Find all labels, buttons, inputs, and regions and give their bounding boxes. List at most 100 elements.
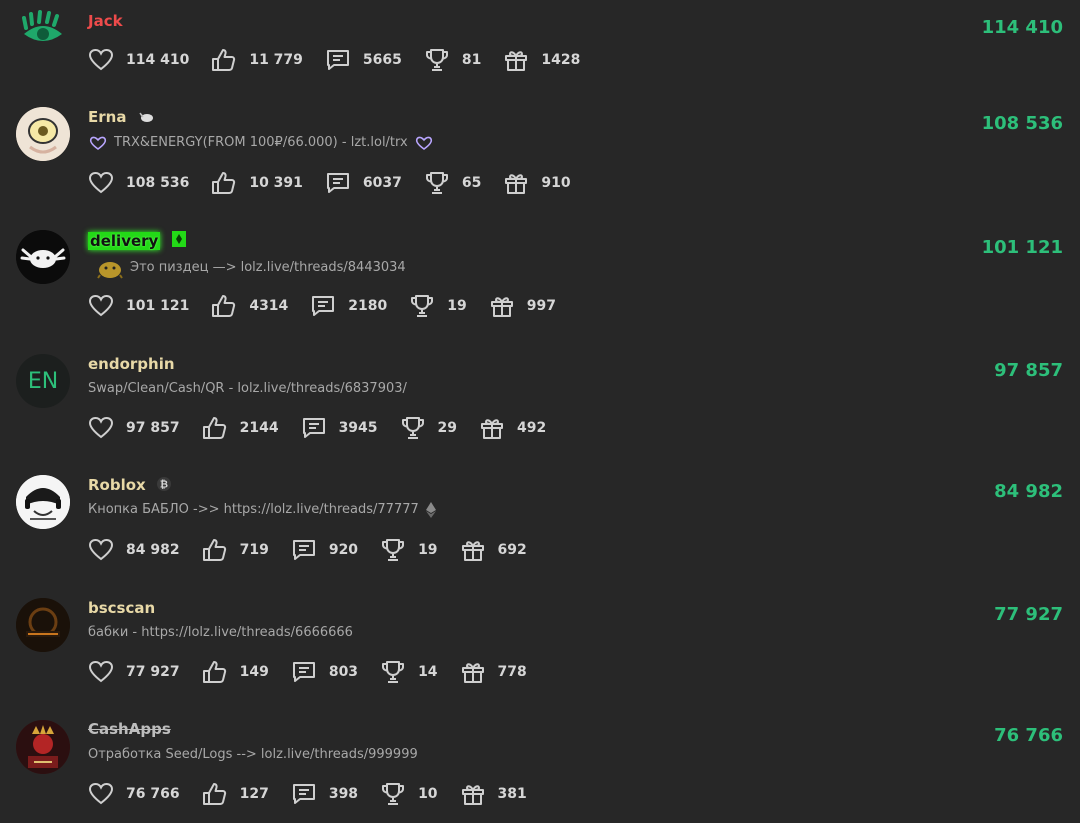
- heart-icon: [88, 660, 114, 683]
- status-text: Отработка Seed/Logs --> lolz.live/thread…: [88, 747, 418, 762]
- thumbs-stat: 2144: [202, 416, 279, 440]
- avatar[interactable]: [16, 107, 70, 161]
- score: 76 766: [994, 725, 1063, 746]
- likes-stat: 77 927: [88, 660, 180, 684]
- cashapps-avatar-icon: [16, 720, 70, 774]
- trophies-stat: 19: [409, 294, 467, 318]
- trophy-icon: [382, 539, 405, 561]
- trophy-icon: [425, 172, 448, 194]
- stats-bar: 108 536 10 391 6037 65 910: [88, 170, 593, 196]
- gifts-stat: 492: [479, 416, 546, 440]
- thumbs-up-icon: [202, 539, 226, 561]
- status-text: TRX&ENERGY(FROM 100₽/66.000) - lzt.lol/t…: [88, 134, 434, 152]
- username[interactable]: Roblox ₿: [88, 475, 171, 496]
- trophy-icon: [382, 661, 405, 683]
- avatar[interactable]: [16, 4, 70, 58]
- likes-stat: 84 982: [88, 538, 180, 562]
- stats-bar: 76 766 127 398 10 381: [88, 781, 549, 807]
- gifts-stat: 381: [460, 782, 527, 806]
- messages-stat: 5665: [325, 48, 402, 72]
- trophies-stat: 81: [424, 48, 481, 72]
- heart-icon: [88, 48, 114, 71]
- gift-icon: [461, 663, 484, 683]
- gifts-stat: 778: [460, 660, 527, 684]
- status-text: бабки - https://lolz.live/threads/666666…: [88, 625, 353, 640]
- messages-stat: 398: [291, 782, 358, 806]
- avatar[interactable]: [16, 475, 70, 529]
- likes-stat: 108 536: [88, 171, 189, 195]
- trophies-stat: 10: [380, 782, 438, 806]
- svg-text:₿: ₿: [160, 478, 168, 490]
- gifts-stat: 1428: [503, 48, 580, 72]
- thumbs-up-icon: [212, 172, 236, 194]
- messages-stat: 920: [291, 538, 358, 562]
- bscscan-avatar-icon: [16, 598, 70, 652]
- trophy-icon: [411, 295, 434, 317]
- score: 101 121: [981, 237, 1063, 258]
- stats-bar: 101 121 4314 2180 19 997: [88, 293, 578, 319]
- thumbs-stat: 4314: [211, 294, 288, 318]
- avatar[interactable]: [16, 230, 70, 284]
- likes-stat: 76 766: [88, 782, 180, 806]
- username[interactable]: endorphin: [88, 354, 175, 374]
- messages-stat: 6037: [325, 171, 402, 195]
- ethereum-icon: [425, 501, 437, 519]
- goat-badge-icon: [138, 108, 154, 128]
- gifts-stat: 997: [489, 294, 556, 318]
- score: 84 982: [994, 481, 1063, 502]
- avatar-face-icon: [16, 107, 70, 161]
- messages-stat: 3945: [301, 416, 378, 440]
- avatar[interactable]: [16, 598, 70, 652]
- message-icon: [292, 540, 315, 560]
- axolotl-avatar-icon: [16, 230, 70, 284]
- messages-stat: 2180: [310, 294, 387, 318]
- gift-icon: [461, 785, 484, 805]
- message-icon: [292, 662, 315, 682]
- score: 97 857: [994, 360, 1063, 381]
- heart-emoji-icon: [414, 135, 434, 151]
- username[interactable]: Jack: [88, 11, 123, 31]
- thumbs-up-icon: [212, 49, 236, 71]
- username[interactable]: Erna: [88, 107, 154, 128]
- trophies-stat: 65: [424, 171, 481, 195]
- thumbs-stat: 10 391: [211, 171, 303, 195]
- eye-logo-icon: [22, 10, 62, 41]
- score: 108 536: [981, 113, 1063, 134]
- thumbs-stat: 127: [202, 782, 269, 806]
- username[interactable]: delivery: [88, 231, 186, 252]
- message-icon: [292, 784, 315, 804]
- likes-stat: 101 121: [88, 294, 189, 318]
- crystal-badge-icon: [171, 231, 186, 252]
- score: 114 410: [981, 17, 1063, 38]
- stats-bar: 114 410 11 779 5665 81 1428: [88, 47, 602, 73]
- gift-icon: [505, 174, 528, 194]
- stats-bar: 84 982 719 920 19 692: [88, 537, 549, 563]
- username[interactable]: CashApps: [88, 719, 171, 739]
- likes-stat: 114 410: [88, 48, 189, 72]
- message-icon: [326, 173, 349, 193]
- avatar-initials: EN: [27, 368, 59, 394]
- status-text: Это пиздец —> lolz.live/threads/8443034: [88, 257, 406, 279]
- emoji-face-icon: [96, 257, 124, 279]
- heart-icon: [88, 294, 114, 317]
- trophy-icon: [401, 417, 424, 439]
- status-text: Кнопка БАБЛО ->> https://lolz.live/threa…: [88, 501, 437, 519]
- thumbs-up-icon: [202, 783, 226, 805]
- gift-icon: [490, 297, 513, 317]
- stats-bar: 77 927 149 803 14 778: [88, 659, 549, 685]
- username[interactable]: bscscan: [88, 598, 155, 618]
- avatar[interactable]: EN: [16, 354, 70, 408]
- trophies-stat: 19: [380, 538, 438, 562]
- messages-stat: 803: [291, 660, 358, 684]
- likes-stat: 97 857: [88, 416, 180, 440]
- stats-bar: 97 857 2144 3945 29 492: [88, 415, 568, 441]
- leaderboard: Jack 114 410 11 779 5665 81 1428 114 410…: [0, 0, 1080, 823]
- heart-icon: [88, 782, 114, 805]
- gifts-stat: 692: [460, 538, 527, 562]
- score: 77 927: [994, 604, 1063, 625]
- trophy-icon: [382, 783, 405, 805]
- thumbs-up-icon: [202, 661, 226, 683]
- message-icon: [302, 418, 325, 438]
- status-text: Swap/Clean/Cash/QR - lolz.live/threads/6…: [88, 381, 407, 396]
- avatar[interactable]: [16, 720, 70, 774]
